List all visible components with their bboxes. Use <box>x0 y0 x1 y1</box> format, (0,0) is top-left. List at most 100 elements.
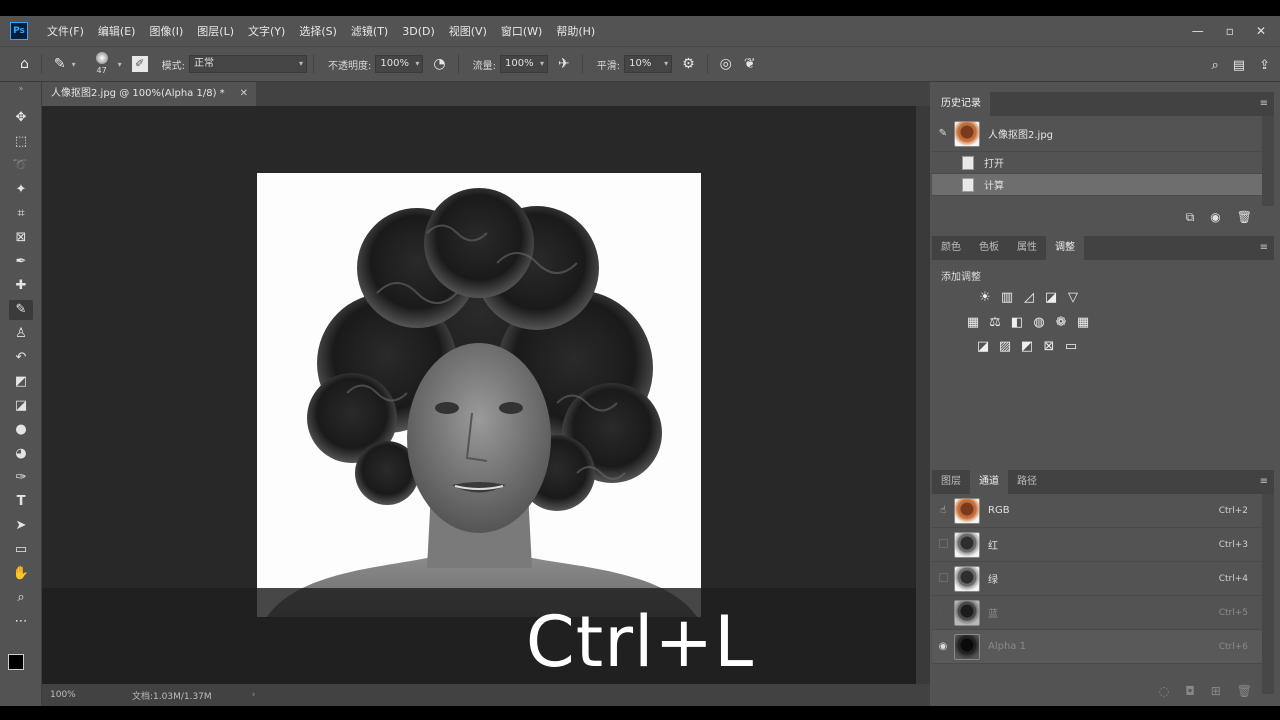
search-icon[interactable]: ⌕ <box>1212 58 1219 73</box>
channels-scrollbar[interactable] <box>1262 494 1274 694</box>
brush-preset-picker[interactable]: 47 <box>88 49 118 79</box>
toolbar-collapse-icon[interactable]: » <box>9 84 33 93</box>
tab-channels[interactable]: 通道 <box>970 470 1008 494</box>
menu-image[interactable]: 图像(I) <box>142 23 190 39</box>
tab-layers[interactable]: 图层 <box>932 470 970 494</box>
camera-icon[interactable]: ◉ <box>1210 210 1220 224</box>
new-channel-icon[interactable]: ⊞ <box>1211 684 1221 698</box>
eyedropper-tool-icon[interactable]: ✒ <box>9 252 33 272</box>
invert-icon[interactable]: ◪ <box>975 339 991 355</box>
type-tool-icon[interactable]: T <box>9 492 33 512</box>
brush-settings-panel-icon[interactable]: ✐ <box>131 56 148 72</box>
pressure-opacity-icon[interactable]: ◔ <box>433 56 445 72</box>
document-info[interactable]: 文档:1.03M/1.37M <box>132 689 212 702</box>
adjustments-panel-menu-icon[interactable]: ≡ <box>1260 236 1268 260</box>
channel-row-red[interactable]: 红 Ctrl+3 <box>932 528 1274 562</box>
path-selection-tool-icon[interactable]: ➤ <box>9 516 33 536</box>
blur-tool-icon[interactable]: ● <box>9 420 33 440</box>
menu-type[interactable]: 文字(Y) <box>241 23 292 39</box>
color-balance-icon[interactable]: ⚖ <box>987 315 1003 331</box>
healing-brush-tool-icon[interactable]: ✚ <box>9 276 33 296</box>
tool-preset-chevron-down-icon[interactable]: ▾ <box>72 60 76 69</box>
channel-mixer-icon[interactable]: ❁ <box>1053 315 1069 331</box>
brush-tool-icon[interactable]: ✎ <box>54 56 66 72</box>
gradient-map-icon[interactable]: ▭ <box>1063 339 1079 355</box>
history-panel-menu-icon[interactable]: ≡ <box>1260 92 1268 116</box>
symmetry-butterfly-icon[interactable]: ❦ <box>744 56 756 72</box>
document-tab[interactable]: 人像抠图2.jpg @ 100%(Alpha 1/8) * ✕ <box>42 82 256 106</box>
move-tool-icon[interactable]: ✥ <box>9 108 33 128</box>
brush-chevron-down-icon[interactable]: ▾ <box>118 60 122 69</box>
visibility-toggle[interactable] <box>932 572 954 585</box>
marquee-tool-icon[interactable]: ⬚ <box>9 132 33 152</box>
brightness-contrast-icon[interactable]: ☀ <box>977 290 993 306</box>
smoothing-input[interactable]: 10% ▾ <box>624 55 673 73</box>
portrait-image[interactable] <box>257 173 701 617</box>
history-item-open[interactable]: 打开 <box>932 152 1274 174</box>
menu-file[interactable]: 文件(F) <box>40 23 91 39</box>
threshold-icon[interactable]: ◩ <box>1019 339 1035 355</box>
tab-adjustments[interactable]: 调整 <box>1046 236 1084 260</box>
tab-swatches[interactable]: 色板 <box>970 236 1008 260</box>
black-white-icon[interactable]: ◧ <box>1009 315 1025 331</box>
crop-tool-icon[interactable]: ⌗ <box>9 204 33 224</box>
channel-row-green[interactable]: 绿 Ctrl+4 <box>932 562 1274 596</box>
curves-icon[interactable]: ◿ <box>1021 290 1037 306</box>
menu-layer[interactable]: 图层(L) <box>190 23 241 39</box>
visibility-toggle[interactable]: ☝ <box>932 505 954 516</box>
channel-row-blue[interactable]: 蓝 Ctrl+5 <box>932 596 1274 630</box>
history-snapshot-row[interactable]: ✎ 人像抠图2.jpg <box>932 116 1274 152</box>
menu-window[interactable]: 窗口(W) <box>494 23 549 39</box>
lasso-tool-icon[interactable]: ➰ <box>9 156 33 176</box>
history-brush-tool-icon[interactable]: ↶ <box>9 348 33 368</box>
share-icon[interactable]: ⇪ <box>1259 58 1270 73</box>
menu-help[interactable]: 帮助(H) <box>549 23 602 39</box>
menu-filter[interactable]: 滤镜(T) <box>344 23 395 39</box>
levels-icon[interactable]: ▥ <box>999 290 1015 306</box>
hue-saturation-icon[interactable]: ▦ <box>965 315 981 331</box>
color-lookup-icon[interactable]: ▦ <box>1075 315 1091 331</box>
canvas-vertical-scrollbar[interactable] <box>916 106 930 684</box>
menu-3d[interactable]: 3D(D) <box>395 25 442 38</box>
dodge-tool-icon[interactable]: ◕ <box>9 444 33 464</box>
visibility-toggle[interactable] <box>932 606 954 619</box>
minimize-icon[interactable]: — <box>1192 24 1204 38</box>
mode-select[interactable]: 正常 ▾ <box>189 55 308 73</box>
frame-tool-icon[interactable]: ⊠ <box>9 228 33 248</box>
visibility-toggle[interactable] <box>932 538 954 551</box>
delete-channel-icon[interactable]: 🗑 <box>1237 684 1252 698</box>
airbrush-icon[interactable]: ✈ <box>558 56 570 72</box>
menu-view[interactable]: 视图(V) <box>442 23 494 39</box>
brush-tool-icon[interactable]: ✎ <box>9 300 33 320</box>
eye-icon[interactable]: ◉ <box>932 641 954 652</box>
gear-icon[interactable]: ⚙ <box>682 56 695 72</box>
menu-select[interactable]: 选择(S) <box>292 23 344 39</box>
flow-input[interactable]: 100% ▾ <box>500 55 548 73</box>
zoom-level[interactable]: 100% <box>50 690 120 700</box>
load-channel-as-selection-icon[interactable]: ◌ <box>1159 684 1169 698</box>
hand-tool-icon[interactable]: ✋ <box>9 564 33 584</box>
exposure-icon[interactable]: ◪ <box>1043 290 1059 306</box>
pen-tool-icon[interactable]: ✑ <box>9 468 33 488</box>
history-item-calculations[interactable]: 计算 <box>932 174 1274 196</box>
restore-icon[interactable]: ▫ <box>1226 24 1234 38</box>
photo-filter-icon[interactable]: ◍ <box>1031 315 1047 331</box>
opacity-input[interactable]: 100% ▾ <box>375 55 424 73</box>
rectangle-tool-icon[interactable]: ▭ <box>9 540 33 560</box>
selective-color-icon[interactable]: ⊠ <box>1041 339 1057 355</box>
channels-panel-menu-icon[interactable]: ≡ <box>1260 470 1268 494</box>
tab-history[interactable]: 历史记录 <box>932 92 990 116</box>
channel-row-rgb[interactable]: ☝ RGB Ctrl+2 <box>932 494 1274 528</box>
history-scrollbar[interactable] <box>1262 116 1274 206</box>
posterize-icon[interactable]: ▨ <box>997 339 1013 355</box>
new-document-from-state-icon[interactable]: ⧉ <box>1186 210 1195 225</box>
home-icon[interactable]: ⌂ <box>20 56 29 72</box>
tab-paths[interactable]: 路径 <box>1008 470 1046 494</box>
status-chevron-right-icon[interactable]: › <box>252 690 256 700</box>
channel-row-alpha-1[interactable]: ◉ Alpha 1 Ctrl+6 <box>932 630 1274 664</box>
magic-wand-tool-icon[interactable]: ✦ <box>9 180 33 200</box>
pressure-size-icon[interactable]: ◎ <box>720 56 732 72</box>
close-icon[interactable]: ✕ <box>1256 24 1266 38</box>
paint-bucket-tool-icon[interactable]: ◪ <box>9 396 33 416</box>
save-selection-as-channel-icon[interactable]: ◘ <box>1185 684 1195 698</box>
